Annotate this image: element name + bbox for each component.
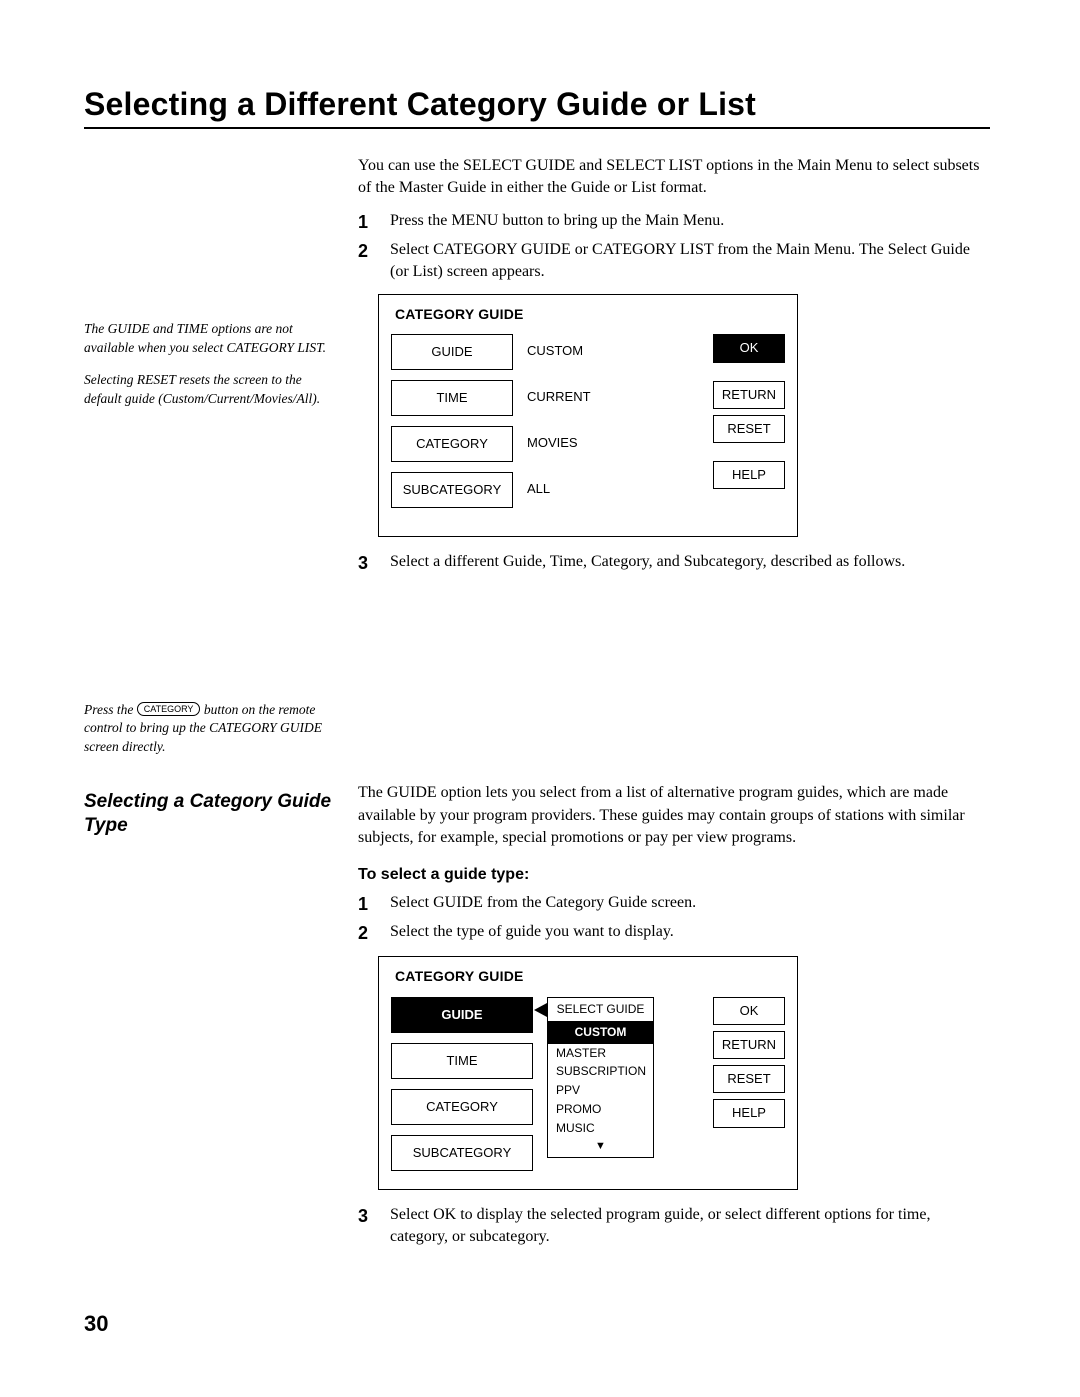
category-guide-screen-2: CATEGORY GUIDE GUIDE TIME CATEGORY SUBCA… bbox=[378, 956, 798, 1190]
remote-category-button-icon: CATEGORY bbox=[137, 702, 201, 716]
side-remote-note: Press the CATEGORY button on the remote … bbox=[84, 701, 340, 757]
popup-opt-master[interactable]: MASTER bbox=[548, 1044, 653, 1063]
popup-opt-ppv[interactable]: PPV bbox=[548, 1081, 653, 1100]
step-num-2: 2 bbox=[358, 239, 378, 284]
side-column: The GUIDE and TIME options are not avail… bbox=[84, 155, 340, 770]
popup-opt-music[interactable]: MUSIC bbox=[548, 1119, 653, 1138]
step-2-text: Select CATEGORY GUIDE or CATEGORY LIST f… bbox=[390, 239, 990, 284]
s1-reset-button[interactable]: RESET bbox=[713, 415, 785, 443]
section-subhead: Selecting a Category Guide Type bbox=[84, 790, 340, 838]
b-step-num-3: 3 bbox=[358, 1204, 378, 1249]
popup-opt-promo[interactable]: PROMO bbox=[548, 1100, 653, 1119]
b-step-num-2: 2 bbox=[358, 921, 378, 946]
b-step-3-text: Select OK to display the selected progra… bbox=[390, 1204, 990, 1249]
intro-text: You can use the SELECT GUIDE and SELECT … bbox=[358, 155, 990, 200]
s1-category-label: CATEGORY bbox=[391, 426, 513, 462]
s2-subcategory-label[interactable]: SUBCATEGORY bbox=[391, 1135, 533, 1171]
side-note-1: The GUIDE and TIME options are not avail… bbox=[84, 320, 340, 357]
s1-category-value: MOVIES bbox=[523, 426, 647, 460]
popup-pointer-icon bbox=[534, 1003, 547, 1017]
s2-reset-button[interactable]: RESET bbox=[713, 1065, 785, 1093]
side-note-2: Selecting RESET resets the screen to the… bbox=[84, 371, 340, 408]
s1-subcategory-value: ALL bbox=[523, 472, 647, 506]
select-guide-popup: SELECT GUIDE CUSTOM MASTER SUBSCRIPTION … bbox=[547, 997, 654, 1171]
b-step-num-1: 1 bbox=[358, 892, 378, 917]
page-title: Selecting a Different Category Guide or … bbox=[84, 86, 990, 123]
screen1-title: CATEGORY GUIDE bbox=[395, 305, 785, 325]
s2-time-label[interactable]: TIME bbox=[391, 1043, 533, 1079]
s1-subcategory-label: SUBCATEGORY bbox=[391, 472, 513, 508]
popup-selected[interactable]: CUSTOM bbox=[548, 1021, 653, 1044]
s1-guide-value: CUSTOM bbox=[523, 334, 647, 368]
s1-help-button[interactable]: HELP bbox=[713, 461, 785, 489]
s2-guide-label[interactable]: GUIDE bbox=[391, 997, 533, 1033]
popup-head: SELECT GUIDE bbox=[548, 998, 653, 1021]
popup-opt-subscription[interactable]: SUBSCRIPTION bbox=[548, 1062, 653, 1081]
main-column: You can use the SELECT GUIDE and SELECT … bbox=[358, 155, 990, 581]
to-select-head: To select a guide type: bbox=[358, 864, 990, 886]
s2-help-button[interactable]: HELP bbox=[713, 1099, 785, 1127]
title-rule bbox=[84, 127, 990, 129]
step-num-3: 3 bbox=[358, 551, 378, 576]
s1-return-button[interactable]: RETURN bbox=[713, 381, 785, 409]
subsection-text: The GUIDE option lets you select from a … bbox=[358, 782, 990, 849]
s2-ok-button[interactable]: OK bbox=[713, 997, 785, 1025]
screen2-title: CATEGORY GUIDE bbox=[395, 967, 785, 987]
category-guide-screen-1: CATEGORY GUIDE GUIDE CUSTOM TIME CURRENT C… bbox=[378, 294, 798, 538]
b-step-1-text: Select GUIDE from the Category Guide scr… bbox=[390, 892, 990, 917]
popup-scroll-down-icon[interactable]: ▼ bbox=[548, 1137, 653, 1156]
s1-time-label: TIME bbox=[391, 380, 513, 416]
s1-time-value: CURRENT bbox=[523, 380, 647, 414]
step-1-text: Press the MENU button to bring up the Ma… bbox=[390, 210, 990, 235]
s1-ok-button[interactable]: OK bbox=[713, 334, 785, 362]
step-3-text: Select a different Guide, Time, Category… bbox=[390, 551, 990, 576]
side-remote-pre: Press the bbox=[84, 702, 137, 717]
b-step-2-text: Select the type of guide you want to dis… bbox=[390, 921, 990, 946]
s2-return-button[interactable]: RETURN bbox=[713, 1031, 785, 1059]
step-num-1: 1 bbox=[358, 210, 378, 235]
s2-category-label[interactable]: CATEGORY bbox=[391, 1089, 533, 1125]
s1-guide-label: GUIDE bbox=[391, 334, 513, 370]
page-number: 30 bbox=[84, 1311, 108, 1337]
